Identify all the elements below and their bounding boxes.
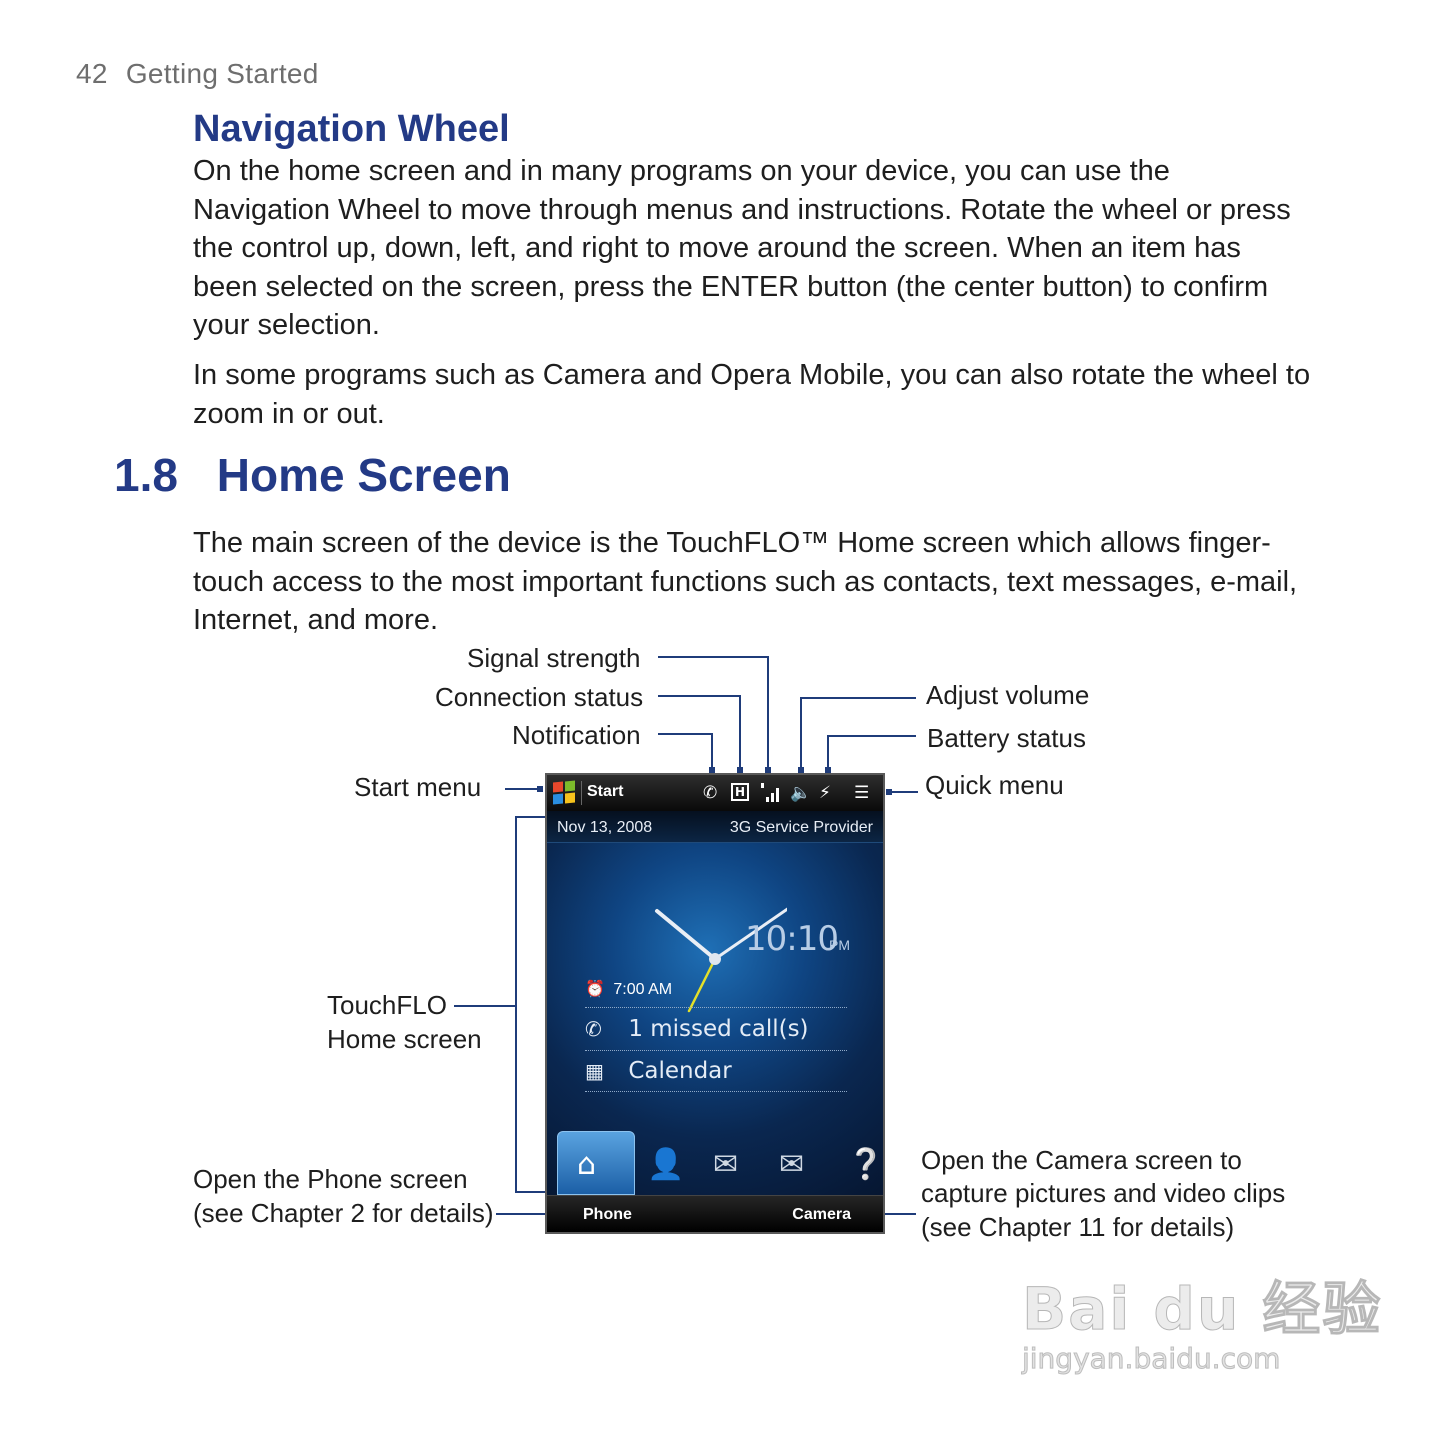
- messages-tab-icon[interactable]: ✉: [713, 1147, 738, 1182]
- divider: [585, 1050, 847, 1051]
- digital-time: 10:10: [745, 919, 839, 959]
- signal-icon[interactable]: [761, 783, 783, 808]
- callout-camera-line2: capture pictures and video clips: [921, 1178, 1286, 1208]
- callout-phone-line2: (see Chapter 2 for details): [193, 1198, 494, 1228]
- status-bar: Start ✆ H 🔈 ⚡ ☰: [547, 775, 883, 811]
- phone-icon: ✆: [585, 1017, 602, 1041]
- notification-icon[interactable]: ✆: [703, 783, 717, 803]
- callout-connection-status: Connection status: [435, 682, 644, 712]
- page-header: 42 Getting Started: [76, 58, 319, 90]
- section-title: Home Screen: [216, 449, 511, 501]
- phone-softkey[interactable]: Phone: [583, 1206, 632, 1224]
- baidu-watermark: Bai du 经验 jingyan.baidu.com: [1021, 1262, 1383, 1376]
- section-heading: 1.8 Home Screen: [114, 448, 511, 502]
- leader-connection-status: [658, 695, 741, 770]
- calendar-label: Calendar: [628, 1058, 732, 1084]
- callout-signal-strength: Signal strength: [467, 643, 641, 673]
- navigation-wheel-heading: Navigation Wheel: [193, 108, 510, 150]
- alarm-row[interactable]: ⏰ 7:00 AM: [585, 979, 672, 999]
- missed-calls-row[interactable]: ✆ 1 missed call(s): [585, 1016, 809, 1042]
- connection-icon[interactable]: H: [731, 783, 749, 801]
- battery-icon[interactable]: ⚡: [819, 783, 831, 803]
- leader-touchflo-bracket: [515, 816, 545, 1193]
- camera-softkey[interactable]: Camera: [792, 1206, 851, 1224]
- callout-touchflo-line1: TouchFLO: [327, 990, 447, 1020]
- callout-camera-line1: Open the Camera screen to: [921, 1145, 1242, 1175]
- callout-quick-menu: Quick menu: [925, 770, 1064, 800]
- home-tab-icon[interactable]: ⌂: [577, 1147, 596, 1182]
- callout-phone-line1: Open the Phone screen: [193, 1164, 468, 1194]
- section-number: 1.8: [114, 449, 178, 501]
- divider: [585, 1007, 847, 1008]
- alarm-icon: ⏰: [585, 979, 605, 998]
- watermark-url: jingyan.baidu.com: [1021, 1342, 1281, 1376]
- digital-ampm: PM: [829, 937, 850, 953]
- marker-start: [537, 786, 543, 792]
- watermark-brand: Bai du 经验: [1021, 1275, 1383, 1344]
- clock-second-hand: [687, 957, 717, 1013]
- callout-touchflo-line2: Home screen: [327, 1024, 482, 1054]
- touchflo-home-screen: Nov 13, 2008 3G Service Provider 10:10 P…: [547, 811, 883, 1195]
- clock-center: [709, 953, 721, 965]
- chapter-title: Getting Started: [125, 58, 319, 89]
- leader-notification: [658, 733, 713, 770]
- calendar-icon: ▦: [585, 1059, 604, 1083]
- date-label: Nov 13, 2008: [557, 819, 653, 836]
- provider-label: 3G Service Provider: [729, 819, 873, 836]
- callout-camera-line3: (see Chapter 11 for details): [921, 1212, 1235, 1242]
- navigation-wheel-paragraph-1: On the home screen and in many programs …: [193, 155, 1291, 341]
- leader-signal-strength: [658, 656, 769, 770]
- volume-icon[interactable]: 🔈: [790, 783, 811, 803]
- start-menu-button[interactable]: Start: [587, 783, 623, 801]
- navigation-wheel-paragraph-2: In some programs such as Camera and Oper…: [193, 359, 1311, 430]
- page-number: 42: [76, 58, 108, 89]
- windows-logo-icon[interactable]: [552, 780, 576, 805]
- home-screen-paragraph: The main screen of the device is the Tou…: [193, 527, 1298, 636]
- leader-adjust-volume: [800, 697, 916, 770]
- clock-hour-hand: [655, 909, 717, 961]
- missed-calls-label: 1 missed call(s): [628, 1016, 809, 1042]
- softkey-bar: Phone Camera: [547, 1195, 883, 1232]
- divider: [585, 1091, 847, 1092]
- contacts-tab-icon[interactable]: 👤: [647, 1147, 684, 1182]
- more-tab-icon[interactable]: ❔: [847, 1147, 883, 1182]
- device-screenshot: Start ✆ H 🔈 ⚡ ☰ Nov 13, 2008 3G Service …: [545, 773, 885, 1234]
- leader-battery-status: [827, 735, 916, 770]
- calendar-row[interactable]: ▦ Calendar: [585, 1058, 732, 1084]
- callout-battery-status: Battery status: [927, 723, 1086, 753]
- quick-menu-icon[interactable]: ☰: [854, 783, 869, 803]
- start-separator: [581, 781, 582, 805]
- marker-quick: [886, 789, 892, 795]
- callout-start-menu: Start menu: [354, 772, 482, 802]
- callout-notification: Notification: [512, 720, 641, 750]
- callout-adjust-volume: Adjust volume: [926, 680, 1090, 710]
- home-top-bar: Nov 13, 2008 3G Service Provider: [547, 811, 883, 843]
- email-tab-icon[interactable]: ✉: [779, 1147, 804, 1182]
- alarm-time: 7:00 AM: [613, 981, 673, 998]
